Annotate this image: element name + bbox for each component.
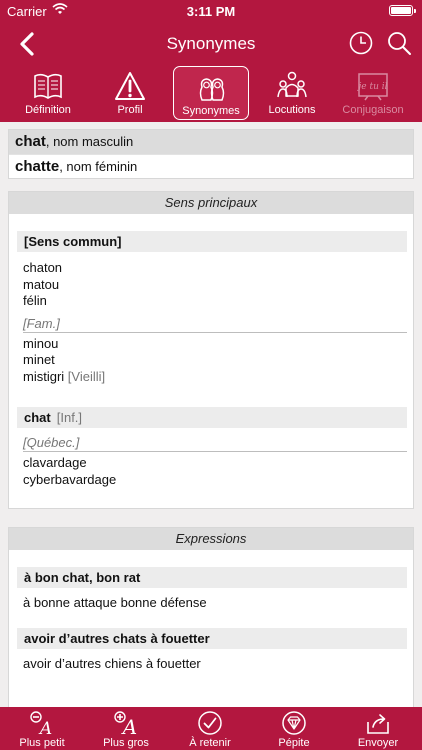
bottom-toolbar: A Plus petit A Plus gros À retenir Pépit… <box>0 707 422 750</box>
synonym-word[interactable]: cyberbavardage <box>23 472 413 489</box>
sens-principaux-card: Sens principaux [Sens commun] chaton mat… <box>8 191 414 509</box>
expression-text[interactable]: avoir d’autres chiens à fouetter <box>9 656 413 673</box>
dolls-icon <box>199 78 225 101</box>
tab-synonymes[interactable]: Synonymes <box>173 66 249 120</box>
svg-text:je tu il: je tu il <box>357 82 388 92</box>
headword-feminine: chatte, nom féminin <box>9 154 413 178</box>
expressions-card: Expressions à bon chat, bon rat à bonne … <box>8 527 414 709</box>
a-retenir-label: À retenir <box>189 737 231 749</box>
navigation-bar: Synonymes <box>0 22 422 66</box>
synonym-word[interactable]: félin <box>23 293 413 310</box>
tab-synonymes-label: Synonymes <box>182 105 240 117</box>
sens-principaux-caption: Sens principaux <box>9 192 413 214</box>
svg-text:A: A <box>121 715 137 736</box>
headword-masculine: chat, nom masculin <box>9 130 413 154</box>
synonym-word[interactable]: minet <box>23 352 413 369</box>
expression-text[interactable]: à bonne attaque bonne défense <box>9 595 413 612</box>
synonym-word[interactable]: matou <box>23 277 413 294</box>
warning-icon <box>115 72 145 100</box>
people-icon <box>277 71 307 98</box>
tab-conjugaison: je tu il Conjugaison <box>335 66 411 120</box>
tab-conjugaison-label: Conjugaison <box>342 104 404 116</box>
expression-head: avoir d’autres chats à fouetter <box>17 627 407 649</box>
synonym-word[interactable]: clavardage <box>23 455 413 472</box>
tab-profil[interactable]: Profil <box>92 66 168 120</box>
history-clock-icon[interactable] <box>348 30 374 56</box>
tab-definition-label: Définition <box>25 104 71 116</box>
status-time: 3:11 PM <box>186 4 236 19</box>
diamond-icon <box>282 711 306 735</box>
headword-pos: , nom masculin <box>45 134 134 149</box>
register-label-quebec: [Québec.] <box>23 434 407 452</box>
envoyer-button[interactable]: Envoyer <box>336 707 420 750</box>
tab-locutions[interactable]: Locutions <box>254 66 330 120</box>
board-icon: je tu il <box>357 73 388 101</box>
tab-profil-label: Profil <box>117 104 143 116</box>
check-circle-icon <box>198 711 222 735</box>
section-head-chat: chat [Inf.] <box>17 407 407 428</box>
book-icon <box>34 73 62 99</box>
register-tag: [Inf.] <box>56 410 83 425</box>
tab-locutions-label: Locutions <box>268 104 316 116</box>
headword-word: chat <box>15 133 46 150</box>
register-label-fam: [Fam.] <box>23 315 407 333</box>
pepite-label: Pépite <box>278 737 310 749</box>
headword-card: chat, nom masculin chatte, nom féminin <box>8 129 414 179</box>
register-tag: [Vieilli] <box>67 368 106 384</box>
section-head-sens-commun: [Sens commun] <box>17 231 407 252</box>
share-icon <box>367 714 389 734</box>
app-header: Carrier 3:11 PM Synonymes Définition Pro… <box>0 0 422 122</box>
pepite-button[interactable]: Pépite <box>252 707 336 750</box>
synonym-list: clavardage cyberbavardage <box>9 455 413 488</box>
text-smaller-icon: A <box>30 711 52 736</box>
synonym-word[interactable]: minou <box>23 336 413 353</box>
envoyer-label: Envoyer <box>357 737 399 749</box>
bigger-text-button[interactable]: A Plus gros <box>84 707 168 750</box>
synonym-list: minou minet mistigri [Vieilli] <box>9 336 413 386</box>
synonym-word[interactable]: chaton <box>23 260 413 277</box>
tab-bar: Définition Profil Synonymes Locutions je… <box>0 66 422 122</box>
expression-head: à bon chat, bon rat <box>17 567 407 588</box>
smaller-text-button[interactable]: A Plus petit <box>0 707 84 750</box>
text-bigger-icon: A <box>114 711 137 736</box>
expressions-caption: Expressions <box>9 528 413 550</box>
synonym-list: chaton matou félin <box>9 260 413 310</box>
headword-word: chatte <box>15 158 60 175</box>
tab-definition[interactable]: Définition <box>10 66 86 120</box>
battery-icon <box>389 5 416 16</box>
smaller-text-label: Plus petit <box>19 737 65 749</box>
headword-pos: , nom féminin <box>59 159 138 174</box>
section-head-text: chat <box>24 410 51 425</box>
search-icon[interactable] <box>386 30 412 56</box>
synonym-word: mistigri <box>23 368 65 384</box>
status-bar: Carrier 3:11 PM <box>0 0 422 22</box>
synonym-word-tagged[interactable]: mistigri [Vieilli] <box>23 369 413 386</box>
svg-text:A: A <box>38 719 52 736</box>
a-retenir-button[interactable]: À retenir <box>168 707 252 750</box>
bigger-text-label: Plus gros <box>103 737 149 749</box>
